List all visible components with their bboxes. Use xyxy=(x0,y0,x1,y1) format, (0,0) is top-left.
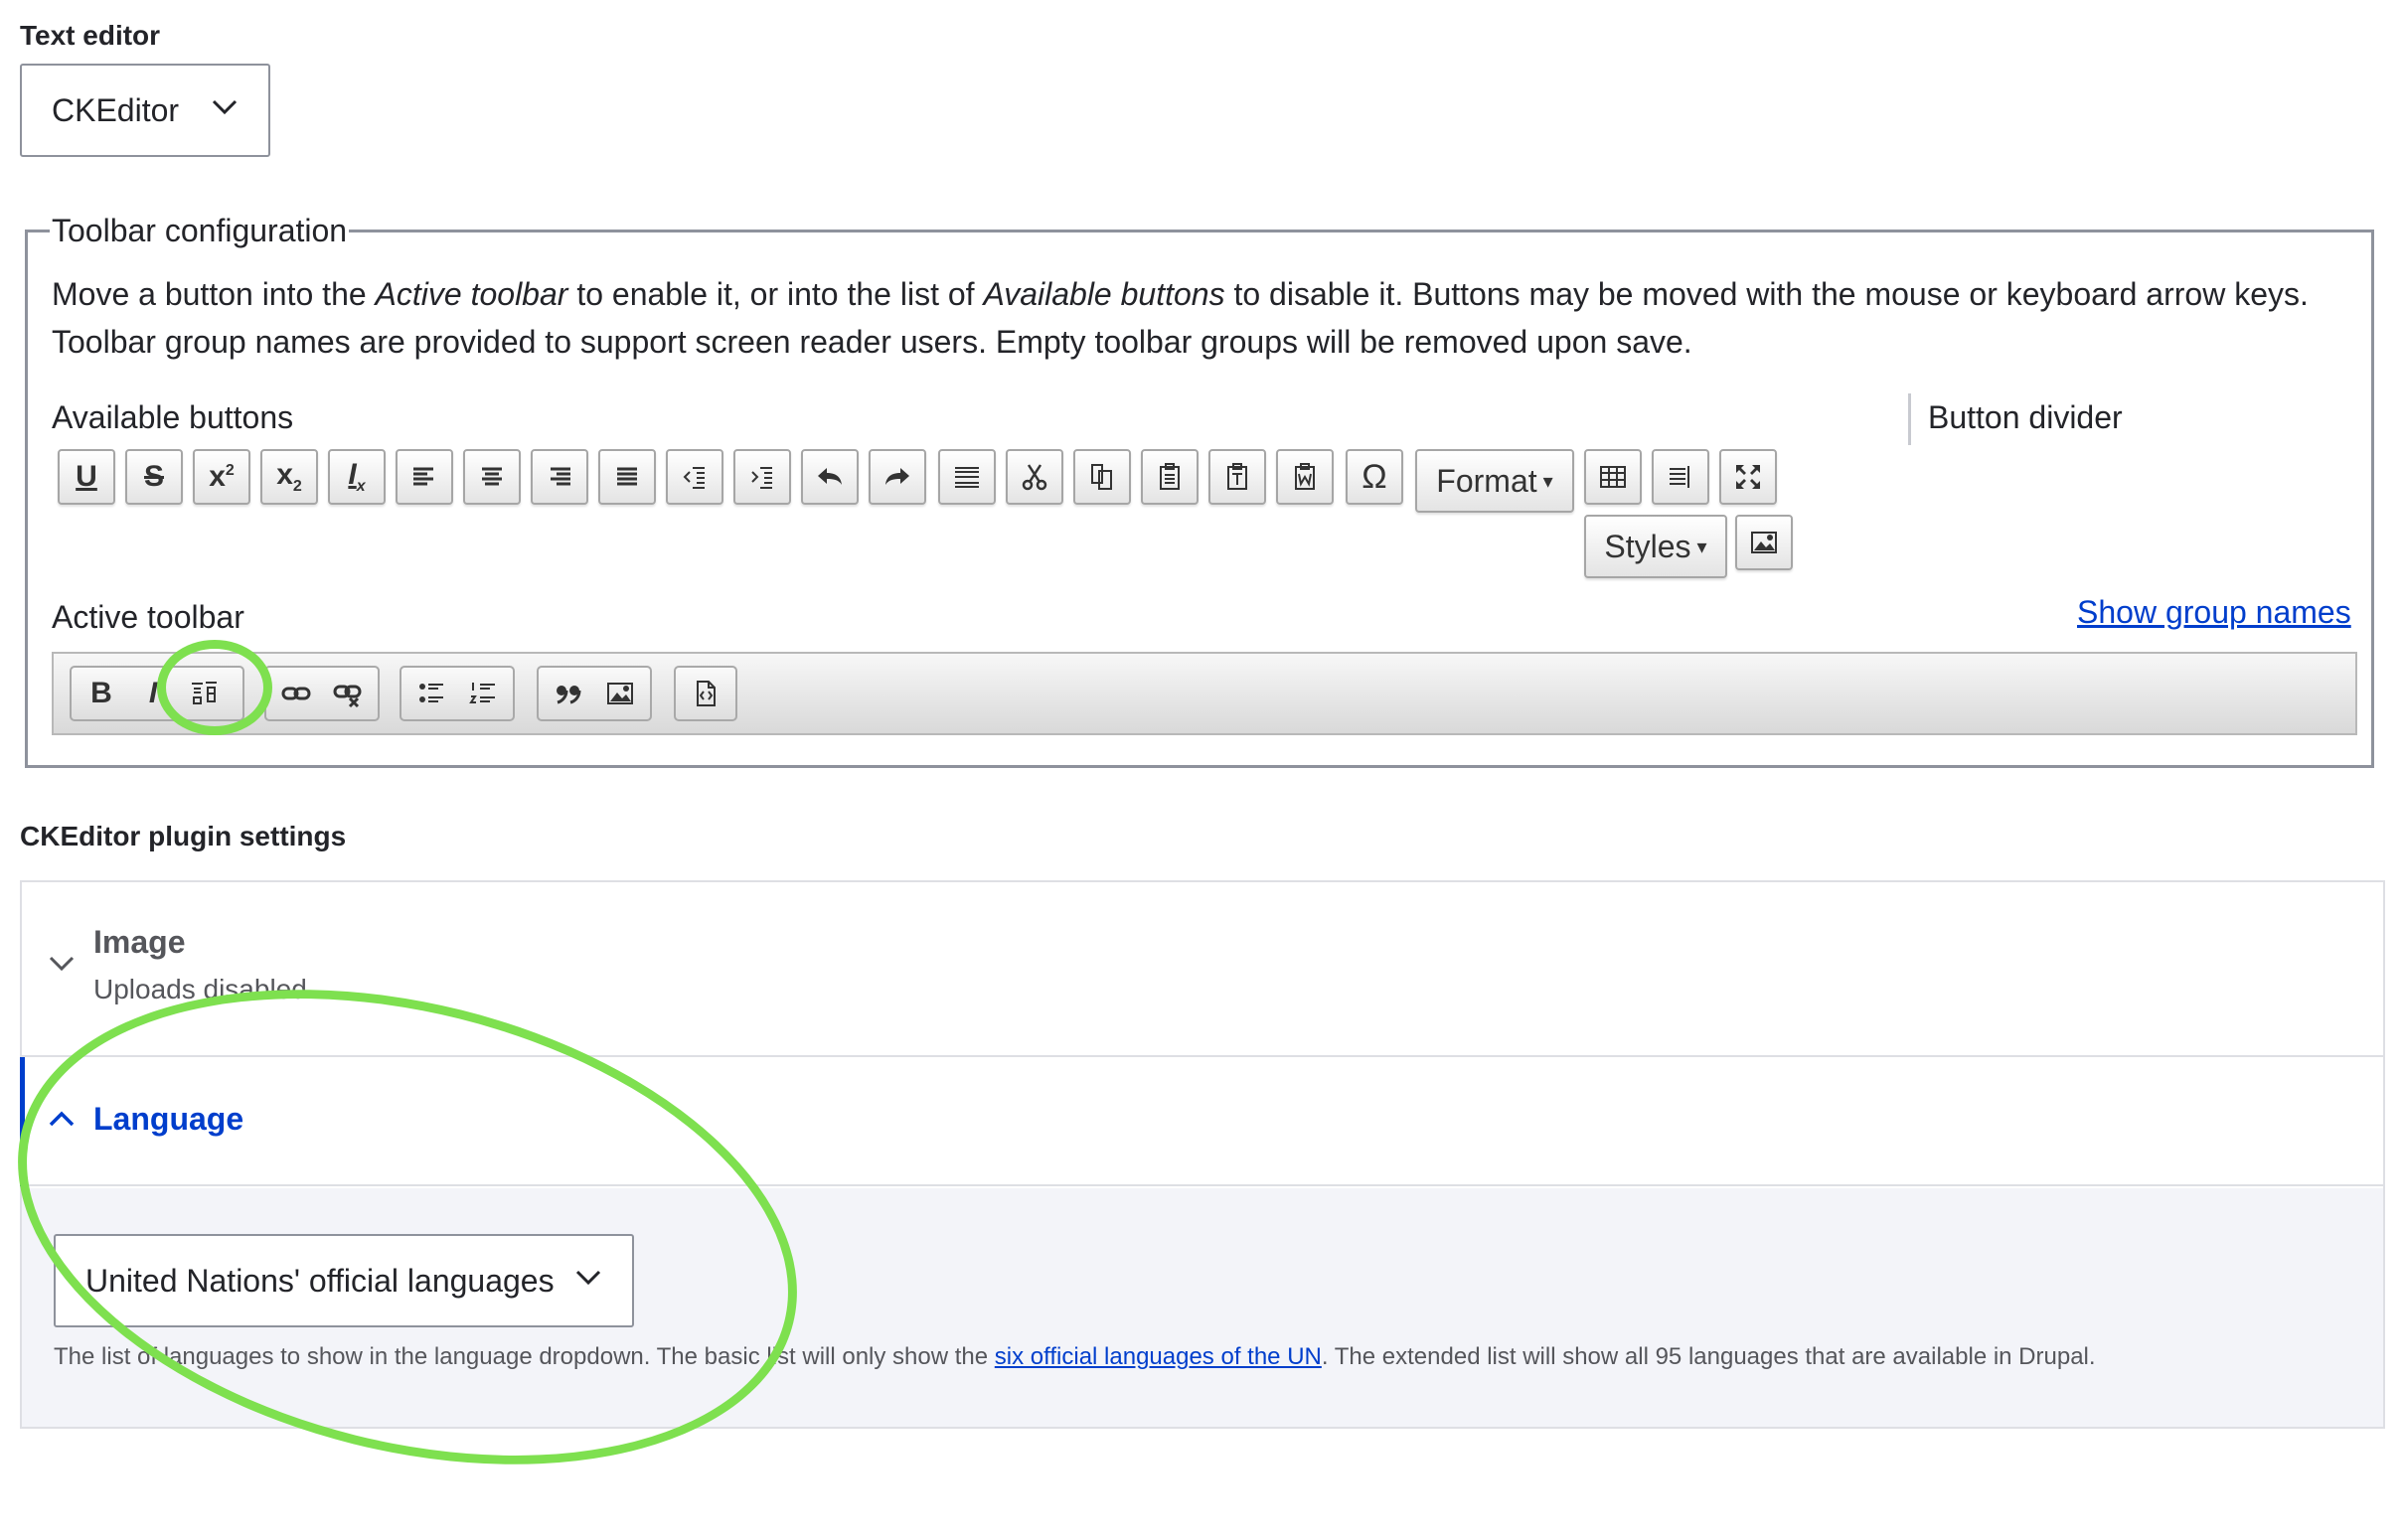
paste-icon xyxy=(1160,463,1180,490)
format-dropdown[interactable]: Format ▾ xyxy=(1415,449,1574,513)
indent-button[interactable] xyxy=(733,449,791,505)
superscript-icon: x2 xyxy=(209,460,235,493)
toolbar-configuration-legend: Toolbar configuration xyxy=(50,213,350,249)
paste-button[interactable] xyxy=(1141,449,1199,505)
align-center-icon xyxy=(482,467,502,486)
button-divider[interactable]: Button divider xyxy=(1928,399,2123,436)
justify-button[interactable] xyxy=(598,449,656,505)
blockquote-icon xyxy=(557,686,581,704)
undo-button[interactable] xyxy=(801,449,859,505)
maximize-icon xyxy=(1736,465,1760,489)
show-blocks-button[interactable] xyxy=(1652,449,1709,505)
align-center-button[interactable] xyxy=(463,449,521,505)
chevron-down-icon xyxy=(49,956,75,972)
image-plugin-title: Image xyxy=(93,924,186,960)
plugin-settings-label: CKEditor plugin settings xyxy=(20,821,347,851)
image-button-active[interactable] xyxy=(594,668,646,719)
cut-icon xyxy=(1022,464,1047,491)
link-icon xyxy=(281,687,311,700)
subscript-button[interactable]: x2 xyxy=(260,449,318,505)
align-right-button[interactable] xyxy=(531,449,588,505)
un-languages-link[interactable]: six official languages of the UN xyxy=(995,1343,1322,1370)
strikethrough-icon: S xyxy=(143,460,164,493)
unlink-button[interactable] xyxy=(322,668,374,719)
active-group-media xyxy=(537,666,652,721)
text-editor-label: Text editor xyxy=(20,20,161,51)
table-button[interactable] xyxy=(1584,449,1642,505)
text-editor-selected-value: CKEditor xyxy=(52,91,180,128)
align-left-button[interactable] xyxy=(396,449,453,505)
italic-icon: I xyxy=(148,677,158,709)
active-group-lists xyxy=(400,666,515,721)
active-group-tools xyxy=(674,666,737,721)
numbered-list-button[interactable] xyxy=(457,668,509,719)
superscript-button[interactable]: x2 xyxy=(193,449,250,505)
image-icon xyxy=(607,683,633,704)
bulleted-list-button[interactable] xyxy=(405,668,457,719)
align-left-icon xyxy=(413,467,433,486)
toolbar-configuration-description: Move a button into the Active toolbar to… xyxy=(52,276,2309,360)
styles-dropdown[interactable]: Styles ▾ xyxy=(1584,515,1727,578)
unlink-icon xyxy=(333,685,362,708)
bold-button[interactable]: B xyxy=(76,668,127,719)
blockquote-button[interactable] xyxy=(543,668,594,719)
justify-icon xyxy=(617,467,637,486)
numbered-list-icon xyxy=(469,683,495,703)
image-button[interactable] xyxy=(1735,515,1793,570)
paste-word-button[interactable] xyxy=(1276,449,1334,505)
underline-button[interactable]: U xyxy=(58,449,115,505)
redo-button[interactable] xyxy=(869,449,926,505)
active-toolbar xyxy=(52,652,2357,735)
copy-icon xyxy=(1091,464,1112,490)
copy-button[interactable] xyxy=(1073,449,1131,505)
undo-icon xyxy=(818,468,842,485)
outdent-icon xyxy=(683,467,705,489)
outdent-button[interactable] xyxy=(666,449,723,505)
show-blocks-icon xyxy=(1670,466,1689,488)
remove-format-icon: Ix xyxy=(348,458,366,495)
redo-icon xyxy=(885,468,909,485)
strikethrough-button[interactable]: S xyxy=(125,449,183,505)
active-group-links xyxy=(264,666,380,721)
link-button[interactable] xyxy=(270,668,322,719)
table-icon xyxy=(1600,466,1626,488)
available-buttons-label: Available buttons xyxy=(52,399,294,435)
bold-icon: B xyxy=(90,677,112,709)
special-char-button[interactable]: Ω xyxy=(1346,449,1403,505)
maximize-button[interactable] xyxy=(1719,449,1777,505)
bulleted-list-icon xyxy=(419,684,443,702)
chevron-down-icon xyxy=(212,99,238,115)
horizontal-line-icon xyxy=(955,467,979,488)
horizontal-line-button[interactable] xyxy=(938,449,996,505)
align-right-icon xyxy=(551,467,570,486)
source-button[interactable] xyxy=(680,668,731,719)
paste-word-icon xyxy=(1295,463,1315,490)
active-toolbar-label: Active toolbar xyxy=(52,599,244,635)
subscript-icon: x2 xyxy=(276,458,302,495)
image-icon xyxy=(1751,532,1777,553)
underline-icon: U xyxy=(76,460,97,493)
indent-icon xyxy=(751,467,772,489)
caret-down-icon: ▾ xyxy=(1542,470,1553,493)
divider-separator xyxy=(1908,393,1911,445)
show-group-names-link[interactable]: Show group names xyxy=(2077,594,2351,631)
text-editor-select[interactable]: CKEditor xyxy=(20,64,270,157)
remove-format-button[interactable]: Ix xyxy=(328,449,386,505)
paste-text-icon xyxy=(1227,463,1247,490)
highlight-ellipse-language-button xyxy=(157,640,272,735)
cut-button[interactable] xyxy=(1006,449,1063,505)
caret-down-icon: ▾ xyxy=(1696,536,1707,558)
special-char-icon: Ω xyxy=(1362,457,1387,496)
source-icon xyxy=(697,681,716,706)
paste-text-button[interactable] xyxy=(1208,449,1266,505)
